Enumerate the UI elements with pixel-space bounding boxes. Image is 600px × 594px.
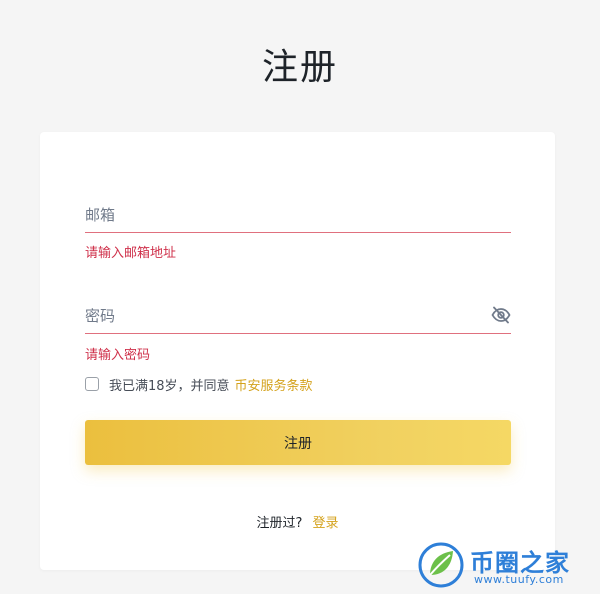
watermark-url: www.tuufy.com: [474, 573, 564, 586]
agree-checkbox[interactable]: [85, 377, 99, 391]
login-prompt-text: 注册过?: [256, 516, 303, 531]
email-input[interactable]: [85, 198, 475, 232]
password-error-message: 请输入密码: [85, 348, 151, 363]
login-prompt-row: 注册过? 登录: [40, 512, 555, 531]
eye-off-icon[interactable]: [491, 306, 511, 324]
leaf-logo-icon: [418, 542, 464, 588]
page-title: 注册: [261, 47, 338, 88]
email-field-wrapper: [85, 198, 511, 233]
email-error-message: 请输入邮箱地址: [85, 246, 177, 261]
register-card: 请输入邮箱地址 请输入密码 我已满18岁，并同意 币安服务条款 注册 注册过? …: [40, 132, 555, 570]
password-input[interactable]: [85, 299, 475, 333]
login-link[interactable]: 登录: [313, 516, 339, 531]
password-field-wrapper: [85, 299, 511, 334]
register-button[interactable]: 注册: [85, 420, 511, 465]
agreement-row: 我已满18岁，并同意 币安服务条款: [85, 375, 313, 394]
agreement-text: 我已满18岁，并同意: [109, 378, 230, 394]
watermark: 币圈之家 www.tuufy.com: [418, 540, 588, 590]
terms-link[interactable]: 币安服务条款: [235, 375, 313, 394]
